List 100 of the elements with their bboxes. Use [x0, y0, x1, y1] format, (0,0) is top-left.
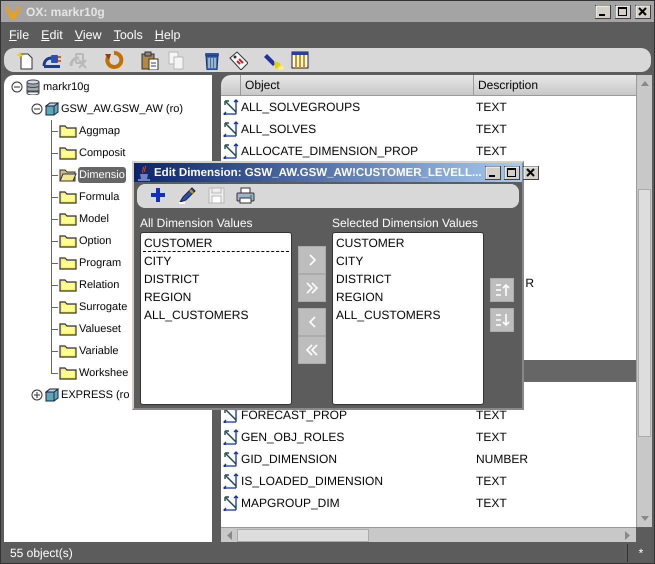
minimize-button[interactable]	[484, 166, 501, 180]
tree-item[interactable]: Workshee	[78, 365, 130, 381]
table-cell-text: R	[524, 276, 534, 290]
list-item[interactable]: CITY	[335, 252, 481, 270]
tree-item[interactable]: Variable	[78, 343, 120, 359]
folder-icon	[59, 344, 77, 358]
list-item[interactable]: DISTRICT	[335, 270, 481, 288]
list-item[interactable]: REGION	[335, 288, 481, 306]
list-label: All Dimension Values	[140, 216, 254, 230]
menu-item[interactable]: File	[9, 28, 30, 42]
dimension-icon	[223, 121, 239, 137]
column-header[interactable]: Description	[474, 75, 636, 95]
table-cell: FORECAST_PROP	[241, 408, 348, 422]
list-item[interactable]: DISTRICT	[143, 270, 289, 288]
folder-icon	[59, 366, 77, 380]
table-cell: NUMBER	[476, 452, 528, 466]
dimension-icon	[223, 143, 239, 159]
folder-icon	[59, 124, 77, 138]
folder-icon	[59, 256, 77, 270]
dimension-icon	[223, 473, 239, 489]
collapse-toggle-icon[interactable]	[11, 81, 23, 93]
table-cell: TEXT	[476, 430, 507, 444]
tree-item[interactable]: Dimensio	[78, 167, 126, 183]
scrollbar-thumb[interactable]	[638, 189, 651, 437]
collapse-toggle-icon[interactable]	[31, 103, 43, 115]
columns-icon[interactable]	[290, 50, 310, 70]
column-header[interactable]: Object	[241, 75, 474, 95]
list-item[interactable]: ALL_CUSTOMERS	[335, 306, 481, 324]
table-cell: TEXT	[476, 496, 507, 510]
tree-item[interactable]: Aggmap	[78, 123, 121, 139]
table-cell: ALLOCATE_DIMENSION_PROP	[241, 144, 418, 158]
printer-icon[interactable]	[236, 186, 256, 206]
folder-icon	[59, 146, 77, 160]
menu-item[interactable]: Help	[154, 28, 180, 42]
open-folder-icon	[59, 168, 77, 182]
lines-down-arrow-icon	[494, 312, 510, 328]
list-item[interactable]: ALL_CUSTOMERS	[143, 306, 289, 324]
scrollbar-thumb[interactable]	[237, 528, 369, 542]
list-item[interactable]: CITY	[143, 252, 289, 270]
tree-item[interactable]: Valueset	[78, 321, 122, 337]
close-button[interactable]	[635, 4, 651, 18]
tag-icon[interactable]	[228, 50, 248, 70]
tree-item[interactable]: Relation	[78, 277, 120, 293]
table-cell: TEXT	[476, 122, 507, 136]
clipboard-icon[interactable]	[140, 50, 160, 70]
tree-item[interactable]: Surrogate	[78, 299, 128, 315]
dimension-icon	[223, 429, 239, 445]
table-cell: IS_LOADED_DIMENSION	[241, 474, 384, 488]
tree-item[interactable]: Option	[78, 233, 112, 249]
tree-item[interactable]: GSW_AW.GSW_AW (ro)	[60, 101, 184, 117]
folder-icon	[59, 278, 77, 292]
dimension-icon	[223, 451, 239, 467]
cup-icon	[137, 164, 151, 180]
trash-can-icon[interactable]	[202, 50, 222, 70]
table-cell: TEXT	[476, 474, 507, 488]
cube-icon	[45, 388, 59, 402]
menu-item[interactable]: Edit	[41, 28, 63, 42]
tree-item[interactable]: markr10g	[42, 79, 90, 95]
pencil-icon[interactable]	[178, 186, 198, 206]
menu-item[interactable]: Tools	[114, 28, 143, 42]
folder-icon	[59, 234, 77, 248]
refresh-icon[interactable]	[104, 50, 124, 70]
antlers-icon	[4, 4, 22, 20]
database-icon	[25, 79, 41, 95]
dimension-icon	[223, 495, 239, 511]
table-cell: ALL_SOLVES	[241, 122, 316, 136]
table-cell: MAPGROUP_DIM	[241, 496, 340, 510]
status-indicator: *	[627, 544, 654, 562]
close-button[interactable]	[522, 166, 539, 180]
tree-item[interactable]: Model	[78, 211, 110, 227]
list-item[interactable]: CUSTOMER	[335, 234, 481, 252]
table-cell: GEN_OBJ_ROLES	[241, 430, 344, 444]
table-cell: GID_DIMENSION	[241, 452, 338, 466]
tree-item[interactable]: Composit	[78, 145, 126, 161]
table-cell: TEXT	[476, 144, 507, 158]
tree-item[interactable]: Formula	[78, 189, 120, 205]
double-chevron-left-icon	[304, 342, 320, 358]
status-text: 55 object(s)	[10, 546, 73, 560]
table-cell: TEXT	[476, 100, 507, 114]
folder-icon	[59, 322, 77, 336]
folder-icon	[59, 300, 77, 314]
minimize-button[interactable]	[595, 4, 611, 18]
table-cell: TEXT	[476, 408, 507, 422]
tree-item[interactable]: EXPRESS (ro	[60, 387, 130, 403]
dialog-title: Edit Dimension: GSW_AW.GSW_AW!CUSTOMER_LEVELL...	[154, 166, 482, 178]
list-item[interactable]: CUSTOMER	[143, 234, 289, 252]
table-cell: ALL_SOLVEGROUPS	[241, 100, 360, 114]
list-item[interactable]: REGION	[143, 288, 289, 306]
window-title: OX: markr10g	[26, 4, 106, 18]
tree-item[interactable]: Program	[78, 255, 122, 271]
dimension-icon	[223, 99, 239, 115]
folder-icon	[59, 212, 77, 226]
cube-icon	[45, 102, 59, 116]
expand-toggle-icon[interactable]	[31, 389, 43, 401]
folder-icon	[59, 190, 77, 204]
maximize-button[interactable]	[615, 4, 631, 18]
menu-item[interactable]: View	[74, 28, 102, 42]
maximize-button[interactable]	[504, 166, 520, 180]
double-chevron-right-icon	[304, 280, 320, 296]
list-label: Selected Dimension Values	[332, 216, 479, 230]
